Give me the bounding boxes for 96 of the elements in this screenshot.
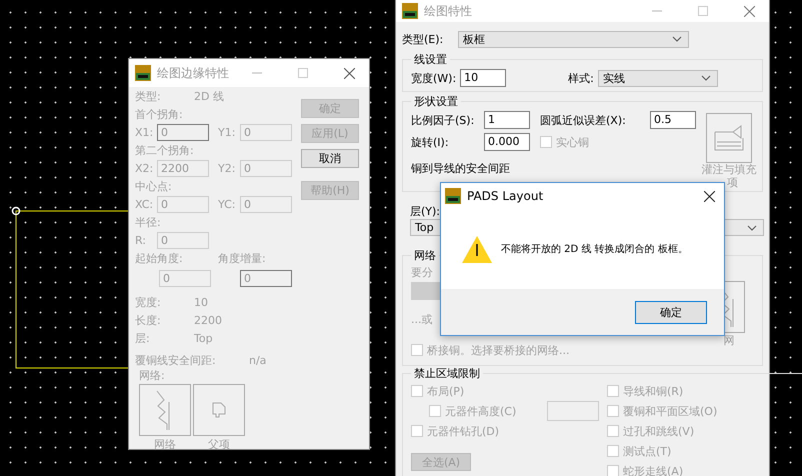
input-field[interactable]: 0 [240,196,292,212]
checkbox[interactable] [607,425,619,437]
tool-label: 网络 [154,437,176,452]
checkbox-label: 布局(P) [427,384,464,398]
chevron-down-icon [747,224,757,230]
group-title: 形状设置 [413,94,459,109]
width-input[interactable]: 10 [460,69,506,87]
tool-button[interactable] [139,384,191,436]
checkbox[interactable] [607,385,619,397]
info-value: 10 [194,296,208,308]
checkbox-label: 桥接铜。选择要桥接的网络... [427,342,570,358]
height-input[interactable] [547,401,599,421]
info-value: Top [194,332,213,344]
field-label: 类型(E): [402,32,444,46]
warning-icon [461,234,493,264]
type-value: 2D 线 [194,88,224,104]
arc-error-input[interactable]: 0.5 [650,111,696,129]
button-label: 项 [726,176,739,189]
rotation-input[interactable]: 0.000 [484,133,530,151]
input-field[interactable]: 0 [240,124,292,140]
hint-text: 要分 [411,265,434,280]
group-title: 网络 [413,248,437,263]
field-label: 角度增量: [218,250,267,266]
net-label: 网络: [139,369,166,382]
checkbox[interactable] [411,344,423,356]
input-field[interactable]: 2200 [157,160,209,176]
checkbox[interactable] [411,425,423,437]
field-label: XC: [135,198,154,210]
field-label: 类型: [135,88,162,104]
checkbox[interactable] [607,405,619,417]
input-field[interactable]: 0 [157,124,209,140]
field-label: 层(Y): [410,204,442,219]
checkbox[interactable] [429,405,441,417]
app-icon [445,188,461,204]
dialog-button[interactable]: 取消 [301,149,359,168]
info-label: 宽度: [135,294,162,310]
chevron-down-icon [672,36,682,42]
field-label: 铜到导线的安全间距 [411,161,511,176]
checkbox-label: 测试点(T) [623,444,672,458]
field-label: 起始角度: [135,250,184,266]
field-label: 比例因子(S): [411,112,476,128]
checkbox-label: 覆铜和平面区域(O) [623,404,718,418]
button-label: 灌注与填充 [700,163,758,176]
field-label: X2: [135,162,154,174]
section-heading: 第二个拐角: [135,142,194,158]
checkbox-label: 实心铜 [556,134,589,150]
input-field[interactable]: 0 [159,270,211,286]
app-icon [402,3,418,19]
style-dropdown[interactable]: 实线 [598,70,718,86]
tool-label: 父项 [208,437,230,452]
chevron-down-icon [700,75,711,81]
input-field[interactable]: 0 [157,232,209,248]
checkbox[interactable] [411,385,423,397]
checkbox[interactable] [607,445,619,457]
app-icon [135,65,151,81]
scale-input[interactable]: 1 [484,111,530,129]
field-label: Y2: [218,162,236,174]
message-text: 不能将开放的 2D 线 转换成闭合的 板框。 [501,242,688,256]
section-heading: 半径: [135,214,161,230]
input-field[interactable]: 0 [240,270,292,286]
tool-button[interactable] [193,384,245,436]
info-value: 2200 [194,314,222,326]
group-title: 禁止区域限制 [413,366,481,381]
info-label: 覆铜线安全间距: [135,352,217,368]
checkbox-label: 过孔和跳线(V) [623,424,694,438]
type-dropdown[interactable]: 板框 [458,30,689,48]
section-heading: 中心点: [135,178,172,194]
field-label: 样式: [568,70,594,86]
checkbox[interactable] [607,465,619,476]
field-label: 旋转(I): [411,134,450,150]
info-label: 层: [135,330,151,346]
field-label: 宽度(W): [411,70,456,86]
fill-icon [713,124,745,152]
info-value: n/a [249,354,266,366]
input-field[interactable]: 0 [157,196,209,212]
group-title: 线设置 [413,52,448,67]
field-label: X1: [135,126,154,138]
checkbox-label: 导线和铜(R) [623,384,684,398]
pour-button[interactable] [706,113,752,163]
ok-button[interactable]: 确定 [635,300,707,324]
page-icon [212,402,226,418]
field-label: 圆弧近似误差(X): [540,112,627,128]
window-title: PADS Layout [467,189,544,203]
window-title: 绘图边缘特性 [157,64,230,82]
info-label: 长度: [135,312,162,328]
checkbox-label: 蛇形走线(A) [623,464,684,476]
window-title: 绘图特性 [424,2,473,20]
field-label: Y1: [218,126,236,138]
field-label: YC: [218,198,237,210]
checkbox-label: 元器件高度(C) [445,404,518,418]
button-label: 网 [724,333,734,348]
or-label: ...或 [411,312,434,327]
section-heading: 首个拐角: [135,106,183,122]
checkbox-label: 元器件钻孔(D) [427,424,500,438]
field-label: R: [135,234,148,246]
input-field[interactable]: 0 [240,160,292,176]
